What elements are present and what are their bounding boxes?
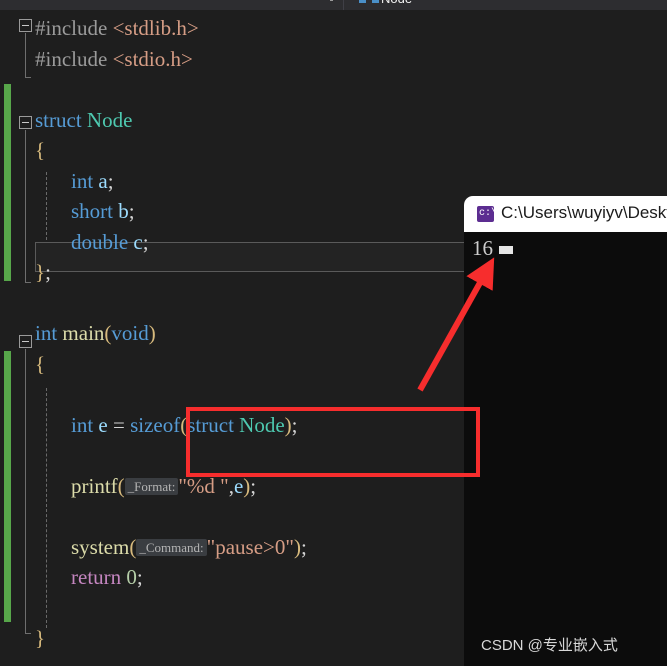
code-line[interactable]: struct Node <box>35 107 133 132</box>
struct-glyph-icon-1 <box>359 0 366 3</box>
code-token: #include <box>35 46 113 71</box>
code-token: c <box>133 229 143 254</box>
code-token: #include <box>35 16 113 40</box>
indent-guide-main <box>46 388 47 628</box>
code-line[interactable]: int main(void) <box>35 323 156 344</box>
code-token: ; <box>142 229 149 254</box>
code-line[interactable]: { <box>35 140 45 161</box>
code-token: } <box>35 260 46 284</box>
fold-region-struct-foot <box>25 282 31 283</box>
code-token: int <box>35 321 63 345</box>
screenshot-root: Node #include <stdlib.h>#include <stdio.… <box>0 0 667 666</box>
code-line[interactable]: } <box>35 628 45 649</box>
code-line[interactable]: return 0; <box>71 567 143 588</box>
annotation-arrow-icon <box>417 257 495 392</box>
code-token: b <box>118 199 129 223</box>
console-icon-label: c:\ <box>479 208 498 219</box>
console-title-bar[interactable]: c:\ C:\Users\wuyiyv\Deskt <box>464 196 667 232</box>
code-token: e <box>233 473 244 498</box>
navigation-bar: Node <box>0 0 667 10</box>
annotation-highlight-box <box>186 407 480 477</box>
change-bar-main <box>4 351 11 622</box>
code-line[interactable]: printf(_Format: "%d ",e); <box>71 473 257 499</box>
param-name-adornment: _Format: <box>124 477 179 495</box>
code-token: double <box>71 229 134 254</box>
fold-region-main-foot <box>25 633 31 634</box>
code-token: e <box>98 412 108 437</box>
code-token: struct <box>35 107 87 132</box>
code-line[interactable]: short b; <box>71 201 135 222</box>
code-line[interactable]: system(_Command: "pause>0"); <box>71 534 307 560</box>
console-app-icon: c:\ <box>477 206 498 222</box>
code-token: ( <box>117 473 125 498</box>
nav-caret-icon <box>330 0 333 1</box>
code-line[interactable]: { <box>35 351 46 376</box>
nav-separator <box>343 0 344 10</box>
code-token: <stdio.h> <box>112 46 193 71</box>
code-token: ; <box>45 260 51 284</box>
fold-toggle-main[interactable] <box>19 335 32 348</box>
code-token: sizeof <box>130 412 181 437</box>
code-token: = <box>107 412 131 437</box>
fold-toggle-struct[interactable] <box>19 116 32 129</box>
fold-region-includes <box>25 33 26 77</box>
code-token: ; <box>136 565 143 589</box>
fold-region-struct <box>25 130 26 282</box>
code-token: system <box>71 534 130 559</box>
struct-glyph-icon-2 <box>372 0 379 3</box>
code-line[interactable]: int a; <box>71 168 114 193</box>
code-line[interactable]: }; <box>35 262 51 283</box>
code-token: ; <box>300 534 307 559</box>
code-token: ; <box>128 199 135 223</box>
code-line[interactable]: #include <stdio.h> <box>35 46 193 71</box>
code-token: 0 <box>126 565 137 589</box>
code-line[interactable]: #include <stdlib.h> <box>35 18 199 39</box>
code-token: main <box>62 321 105 345</box>
code-token: ) <box>148 321 156 345</box>
code-token: ; <box>107 168 114 193</box>
code-token: <stdlib.h> <box>112 16 199 40</box>
code-token: return <box>71 565 127 589</box>
code-token: "%d " <box>178 473 229 498</box>
code-token: int <box>71 412 99 437</box>
code-token: int <box>71 168 99 193</box>
breadcrumb-node[interactable]: Node <box>381 0 412 9</box>
code-token: a <box>98 168 108 193</box>
change-bar-struct <box>4 84 11 281</box>
csdn-watermark: CSDN @专业嵌入式 <box>481 637 618 654</box>
fold-region-includes-foot <box>25 77 31 78</box>
code-token: ) <box>293 534 301 559</box>
code-token: ; <box>250 473 257 498</box>
code-token: { <box>35 351 46 376</box>
code-token: "pause>0" <box>206 534 294 559</box>
code-token: printf <box>71 473 118 498</box>
code-token: Node <box>86 107 133 132</box>
console-title-text: C:\Users\wuyiyv\Deskt <box>501 203 667 222</box>
code-line[interactable]: double c; <box>71 229 149 254</box>
code-token: void <box>111 321 149 345</box>
code-token: short <box>71 199 119 223</box>
fold-region-main <box>25 349 26 633</box>
param-name-adornment: _Command: <box>136 538 207 556</box>
fold-toggle-includes[interactable] <box>19 19 32 32</box>
code-token: } <box>35 626 46 650</box>
code-token: { <box>35 138 46 162</box>
